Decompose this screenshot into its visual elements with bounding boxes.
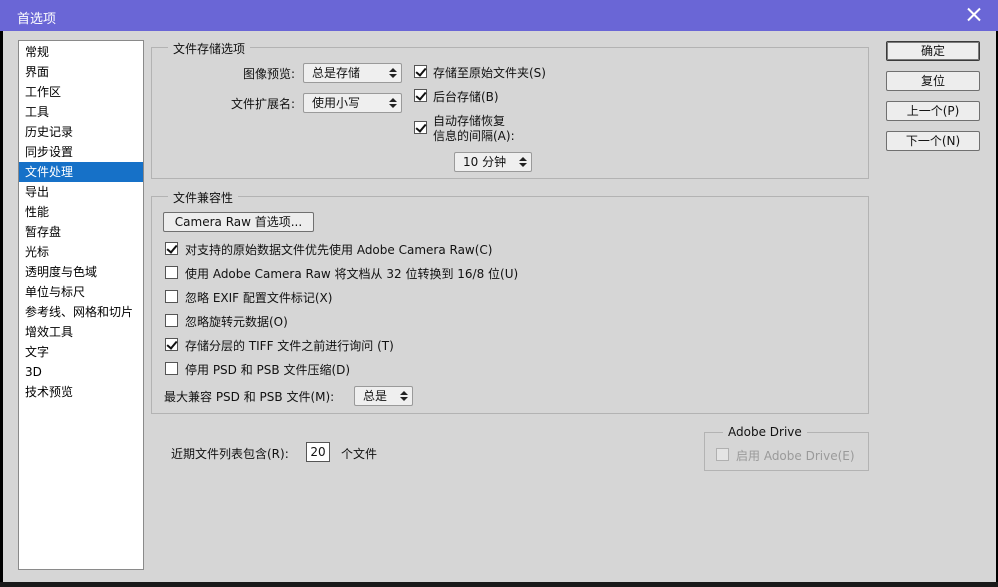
dropdown-arrows-icon (389, 96, 397, 110)
sidebar-item[interactable]: 参考线、网格和切片 (19, 302, 143, 322)
previous-button[interactable]: 上一个(P) (886, 101, 980, 121)
sidebar-item[interactable]: 界面 (19, 62, 143, 82)
window-title: 首选项 (17, 12, 57, 27)
file-extension-select[interactable]: 使用小写 (303, 93, 402, 113)
image-preview-value: 总是存储 (312, 66, 361, 80)
close-icon[interactable] (964, 5, 984, 25)
compat-option-label: 对支持的原始数据文件优先使用 Adobe Camera Raw(C) (185, 243, 493, 257)
title-bar: 首选项 (0, 0, 998, 31)
reset-button[interactable]: 复位 (886, 71, 980, 91)
compat-option-label: 停用 PSD 和 PSB 文件压缩(D) (185, 363, 351, 377)
window-bottom-edge (0, 582, 998, 587)
max-compat-select[interactable]: 总是 (354, 386, 413, 406)
background-save-checkbox[interactable] (414, 89, 427, 102)
dropdown-arrows-icon (519, 155, 527, 169)
recent-files-count-input[interactable]: 20 (306, 442, 330, 462)
compat-option-label: 忽略旋转元数据(O) (185, 315, 288, 329)
file-save-options-group: 文件存储选项 图像预览: 总是存储 文件扩展名: 使用小写 存储至原始文件夹(S… (151, 40, 869, 179)
sidebar-items: 常规 界面 工作区 工具 历史记录 同步设置 文件处理 导出 性能 暂存盘 光标 透明度与色域 单位与标… (19, 41, 143, 402)
compat-option-label: 忽略 EXIF 配置文件标记(X) (185, 291, 333, 305)
max-compat-value: 总是 (363, 389, 388, 403)
compat-option-label: 存储分层的 TIFF 文件之前进行询问 (T) (185, 339, 394, 353)
file-compat-title: 文件兼容性 (168, 189, 239, 206)
sidebar-item[interactable]: 3D (19, 362, 143, 382)
sidebar-item[interactable]: 暂存盘 (19, 222, 143, 242)
sidebar-item[interactable]: 透明度与色域 (19, 262, 143, 282)
interval-value: 10 分钟 (463, 155, 507, 169)
dropdown-arrows-icon (389, 66, 397, 80)
max-compat-label: 最大兼容 PSD 和 PSB 文件(M): (164, 390, 335, 404)
save-to-original-checkbox[interactable] (414, 65, 427, 78)
next-button[interactable]: 下一个(N) (886, 131, 980, 151)
recent-files-label: 近期文件列表包含(R): (171, 447, 289, 461)
auto-recover-label-line2: 信息的间隔(A): (433, 129, 515, 143)
compat-option-checkbox[interactable] (165, 290, 178, 303)
dialog-body: 常规 界面 工作区 工具 历史记录 同步设置 文件处理 导出 性能 暂存盘 光标 透明度与色域 单位与标… (3, 31, 996, 582)
compat-option-checkbox[interactable] (165, 242, 178, 255)
image-preview-label: 图像预览: (242, 67, 295, 81)
sidebar-item[interactable]: 常规 (19, 42, 143, 62)
compat-option-label: 使用 Adobe Camera Raw 将文档从 32 位转换到 16/8 位(… (185, 267, 519, 281)
sidebar-item[interactable]: 性能 (19, 202, 143, 222)
sidebar-item[interactable]: 单位与标尺 (19, 282, 143, 302)
recent-files-suffix: 个文件 (341, 447, 378, 461)
category-list: 常规 界面 工作区 工具 历史记录 同步设置 文件处理 导出 性能 暂存盘 光标 透明度与色域 单位与标… (18, 40, 144, 570)
sidebar-item[interactable]: 导出 (19, 182, 143, 202)
sidebar-item[interactable]: 文件处理 (19, 162, 143, 182)
file-extension-value: 使用小写 (312, 96, 361, 110)
compat-option-checkbox[interactable] (165, 314, 178, 327)
auto-recover-checkbox[interactable] (414, 121, 427, 134)
enable-adobe-drive-label: 启用 Adobe Drive(E) (736, 449, 855, 463)
sidebar-item[interactable]: 文字 (19, 342, 143, 362)
sidebar-item[interactable]: 技术预览 (19, 382, 143, 402)
sidebar-item[interactable]: 光标 (19, 242, 143, 262)
camera-raw-prefs-button[interactable]: Camera Raw 首选项... (163, 212, 314, 232)
adobe-drive-group: Adobe Drive 启用 Adobe Drive(E) (704, 425, 869, 471)
image-preview-select[interactable]: 总是存储 (303, 63, 402, 83)
ok-button[interactable]: 确定 (886, 41, 980, 61)
background-save-label: 后台存储(B) (433, 90, 499, 104)
auto-recover-interval-select[interactable]: 10 分钟 (454, 152, 532, 172)
sidebar-item[interactable]: 工具 (19, 102, 143, 122)
sidebar-item[interactable]: 历史记录 (19, 122, 143, 142)
sidebar-item[interactable]: 工作区 (19, 82, 143, 102)
compat-option-checkbox[interactable] (165, 338, 178, 351)
compat-option-checkbox[interactable] (165, 362, 178, 375)
compat-option-checkbox[interactable] (165, 266, 178, 279)
file-save-options-title: 文件存储选项 (168, 40, 251, 57)
enable-adobe-drive-checkbox[interactable] (716, 448, 729, 461)
save-to-original-label: 存储至原始文件夹(S) (433, 66, 546, 80)
sidebar-item[interactable]: 同步设置 (19, 142, 143, 162)
sidebar-item[interactable]: 增效工具 (19, 322, 143, 342)
adobe-drive-title: Adobe Drive (723, 425, 807, 439)
file-compat-group: 文件兼容性 Camera Raw 首选项... 对支持的原始数据文件优先使用 A… (151, 189, 869, 414)
dropdown-arrows-icon (400, 389, 408, 403)
file-extension-label: 文件扩展名: (230, 97, 295, 111)
